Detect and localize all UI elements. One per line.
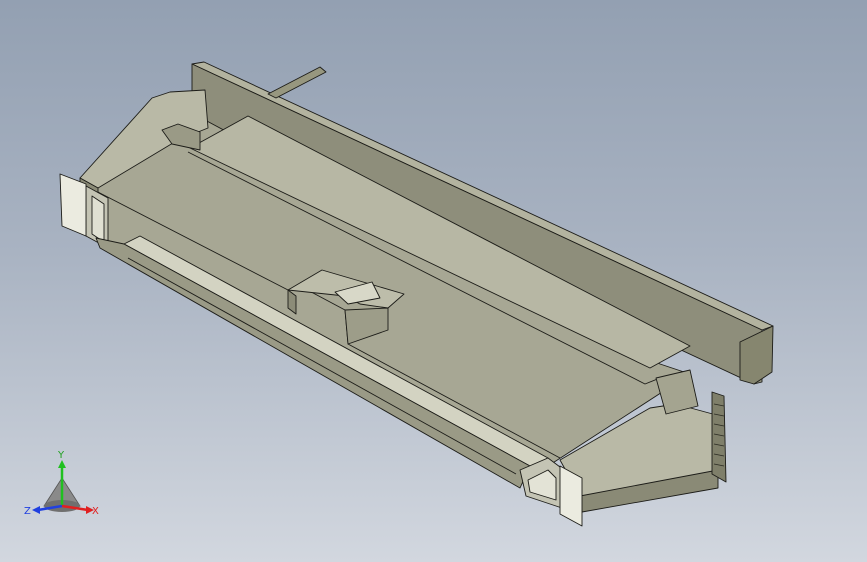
left-slot-cover [59,173,87,237]
left-slot-opening [91,195,105,243]
x-axis-label: X [92,506,99,517]
graphics-viewport[interactable]: Y X Z [0,0,867,562]
orientation-triad[interactable]: Y X Z [22,448,106,528]
z-axis-label: Z [24,506,31,517]
right-rib-block [711,391,727,483]
connector-3d-model[interactable] [0,0,867,562]
z-axis-arrow-icon [32,506,40,514]
y-axis-label: Y [57,450,65,461]
y-axis-arrow-icon [58,460,66,468]
back-rail-tab [267,66,327,99]
